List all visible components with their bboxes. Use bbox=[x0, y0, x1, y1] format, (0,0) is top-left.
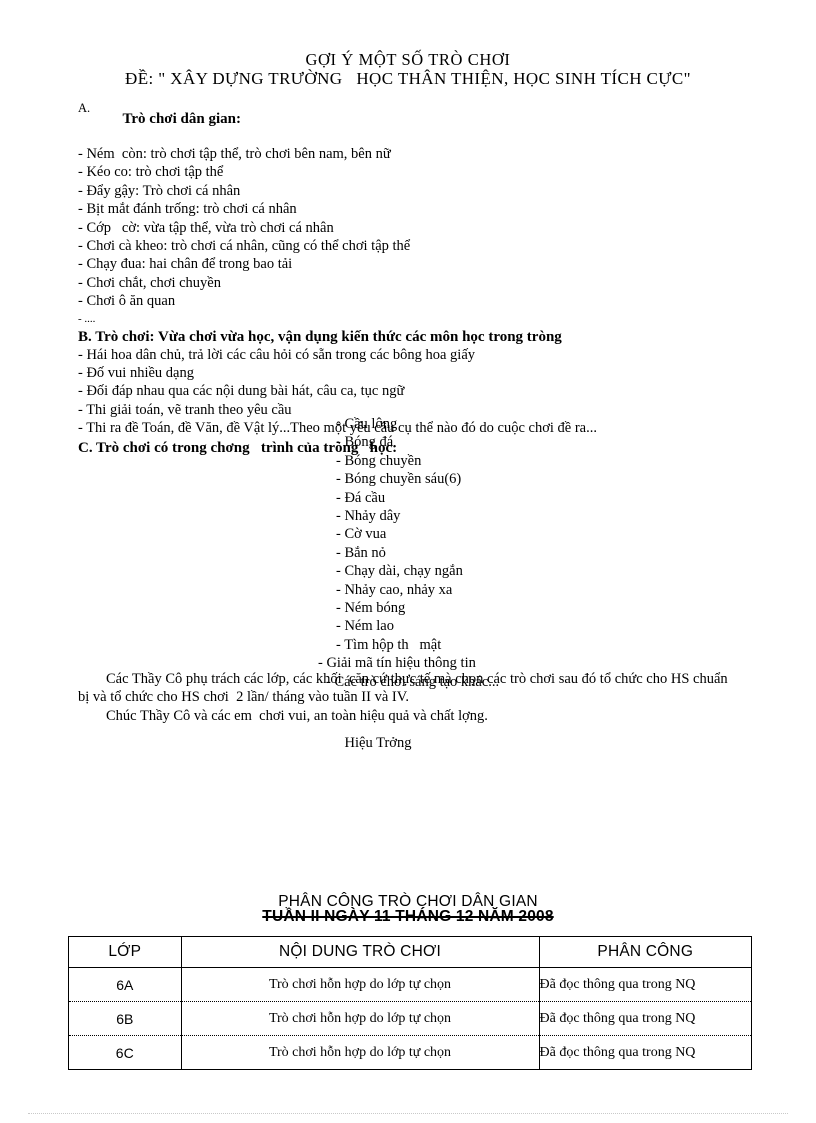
list-item: - Nhảy dây bbox=[336, 508, 401, 525]
list-item: - Cớp cờ: vừa tập thể, vừa trò chơi cá n… bbox=[78, 219, 334, 236]
document-body: A. Trò chơi dân gian: - Ném còn: trò chơi… bbox=[78, 92, 740, 457]
page-subtitle: ĐỀ: " XÂY DỰNG TRƯỜNG HỌC THÂN THIỆN, HỌ… bbox=[125, 69, 691, 88]
table-header-row: LỚP NỘI DUNG TRÒ CHƠI PHÂN CÔNG bbox=[69, 937, 751, 968]
list-item: - .... bbox=[78, 312, 96, 325]
list-item: - Đá cầu bbox=[336, 489, 386, 506]
cell-phan-cong: Đã đọc thông qua trong NQ bbox=[538, 1035, 751, 1069]
cell-noi-dung: Trò chơi hỗn hợp do lớp tự chọn bbox=[180, 1001, 539, 1036]
column-header-noi-dung: NỘI DUNG TRÒ CHƠI bbox=[180, 937, 539, 968]
section-a-marker: A. bbox=[78, 101, 91, 115]
list-item: - Nhảy cao, nhảy xa bbox=[336, 581, 453, 598]
page-title: GỢI Ý MỘT SỐ TRÒ CHƠI bbox=[305, 50, 511, 69]
table-row: 6A Trò chơi hỗn hợp do lớp tự chọn Đã đọ… bbox=[69, 967, 751, 1002]
cell-lop: 6A bbox=[116, 976, 134, 993]
section-b-heading: B. Trò chơi: Vừa chơi vừa học, vận dụng … bbox=[78, 328, 562, 345]
assignment-table-wrapper: LỚP NỘI DUNG TRÒ CHƠI PHÂN CÔNG 6A Trò c… bbox=[68, 936, 752, 1070]
list-item: - Cầu lông bbox=[336, 416, 398, 432]
signature-line: Hiệu Trởng bbox=[344, 735, 412, 751]
table-row: 6B Trò chơi hỗn hợp do lớp tự chọn Đã đọ… bbox=[69, 1001, 751, 1036]
cell-phan-cong: Đã đọc thông qua trong NQ bbox=[538, 967, 751, 1002]
scan-artifact-line bbox=[28, 1113, 788, 1114]
list-item: - Tìm hộp th mật bbox=[336, 636, 442, 653]
closing-paragraph-2: Chúc Thầy Cô và các em chơi vui, an toàn… bbox=[106, 707, 488, 724]
cell-lop: 6B bbox=[69, 1001, 181, 1036]
cell-noi-dung: Trò chơi hỗn hợp do lớp tự chọn bbox=[180, 1035, 539, 1069]
closing-paragraph-1: Các Thầy Cô phụ trách các lớp, các khối … bbox=[78, 671, 732, 706]
list-item: - Ném bóng bbox=[336, 600, 406, 617]
list-item: - Chơi cà kheo: trò chơi cá nhân, cũng c… bbox=[78, 238, 411, 255]
list-item: - Ném lao bbox=[336, 618, 394, 635]
list-item: - Đối đáp nhau qua các nội dung bài hát,… bbox=[78, 383, 405, 400]
list-item: - Bóng chuyền sáu(6) bbox=[336, 471, 462, 488]
table-row: 6C Trò chơi hỗn hợp do lớp tự chọn Đã đọ… bbox=[69, 1035, 751, 1069]
list-item: - Bắn nỏ bbox=[336, 544, 386, 561]
section-c-list: - Cầu lông - Bóng đá - Bóng chuyền - Bón… bbox=[0, 415, 816, 691]
list-item: - Bịt mắt đánh trống: trò chơi cá nhân bbox=[78, 201, 297, 218]
closing-paragraphs: Các Thầy Cô phụ trách các lớp, các khối … bbox=[78, 670, 740, 725]
section-a-heading-text: Trò chơi dân gian: bbox=[122, 111, 241, 127]
list-item: - Đẩy gậy: Trò chơi cá nhân bbox=[78, 182, 241, 199]
column-header-lop: LỚP bbox=[69, 937, 181, 968]
document-title-block: GỢI Ý MỘT SỐ TRÒ CHƠI ĐỀ: " XÂY DỰNG TRƯ… bbox=[0, 50, 816, 89]
cell-lop: 6C bbox=[69, 1035, 181, 1069]
column-header-phan-cong: PHÂN CÔNG bbox=[538, 937, 751, 968]
cell-noi-dung: Trò chơi hỗn hợp do lớp tự chọn bbox=[180, 967, 539, 1002]
list-item: - Chơi ô ăn quan bbox=[78, 293, 176, 310]
list-item: - Hái hoa dân chủ, trả lời các câu hỏi c… bbox=[78, 346, 476, 363]
list-item: - Đố vui nhiều dạng bbox=[78, 365, 194, 382]
list-item: - Chạy dài, chạy ngắn bbox=[336, 563, 463, 580]
assignment-heading-line2-struck: TUẦN II NGÀY 11 THÁNG 12 NĂM 2008 bbox=[262, 908, 554, 925]
document-page: GỢI Ý MỘT SỐ TRÒ CHƠI ĐỀ: " XÂY DỰNG TRƯ… bbox=[0, 0, 816, 1123]
list-item: - Bóng chuyền bbox=[336, 452, 422, 469]
list-item: - Kéo co: trò chơi tập thể bbox=[78, 164, 224, 181]
list-item: - Ném còn: trò chơi tập thể, trò chơi bê… bbox=[78, 146, 391, 162]
list-item: - Chạy đua: hai chân để trong bao tải bbox=[78, 256, 293, 273]
list-item: - Bóng đá bbox=[336, 434, 394, 451]
list-item: - Chơi chắt, chơi chuyền bbox=[78, 274, 221, 291]
assignment-heading: PHÂN CÔNG TRÒ CHƠI DÂN GIAN TUẦN II NGÀY… bbox=[0, 893, 816, 925]
section-a-heading: A. Trò chơi dân gian: bbox=[78, 92, 740, 146]
cell-phan-cong: Đã đọc thông qua trong NQ bbox=[538, 1001, 751, 1036]
assignment-table: LỚP NỘI DUNG TRÒ CHƠI PHÂN CÔNG 6A Trò c… bbox=[69, 937, 751, 1069]
list-item: - Cờ vua bbox=[336, 526, 387, 543]
